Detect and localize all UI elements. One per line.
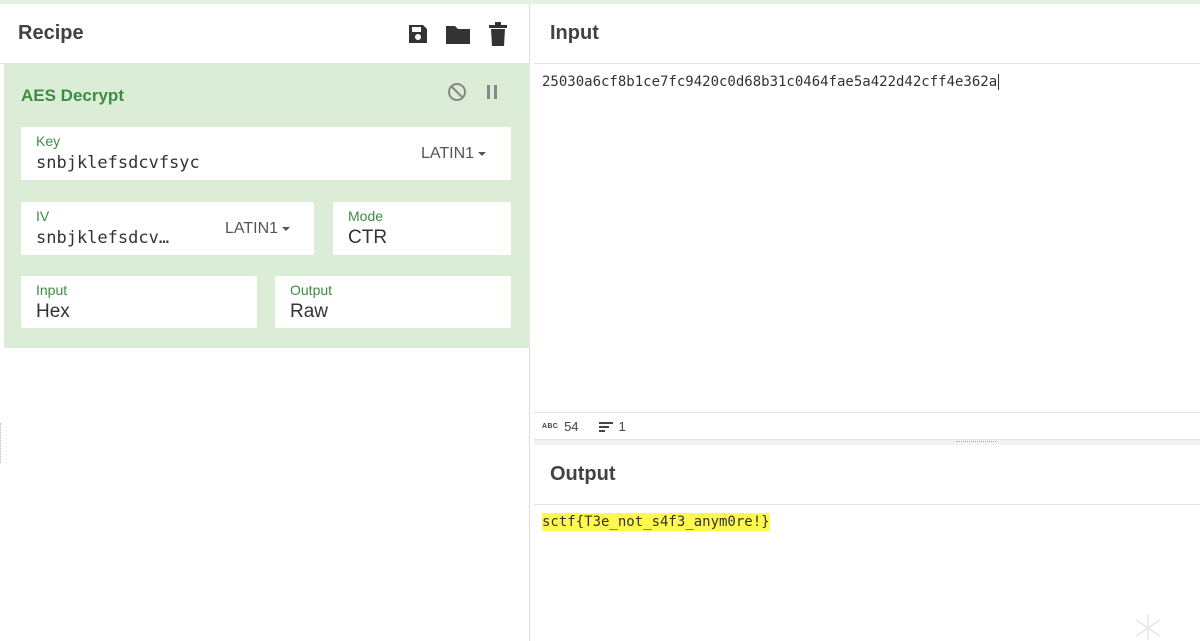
operation-aes-decrypt: AES Decrypt Key snbjklefsdcvfsyc LATIN1 … [4,64,530,348]
grip-handle[interactable] [956,441,996,443]
char-count-icon: ABC [542,423,559,430]
input-format-label: Input [36,282,68,298]
key-field[interactable]: Key snbjklefsdcvfsyc LATIN1 [21,127,511,180]
iv-value[interactable]: snbjklefsdcv… [36,228,169,248]
recipe-title: Recipe [18,22,84,44]
recipe-header: Recipe [0,4,529,64]
iv-label: IV [36,208,50,224]
output-format-value[interactable]: Raw [290,301,328,323]
recipe-panel: Recipe AES Decrypt Key snbjklefsdcvfsyc [0,4,530,641]
char-count: 54 [564,419,579,434]
key-label: Key [36,133,61,149]
output-format-label: Output [290,282,333,298]
output-panel: Output sctf{T3e_not_s4f3_anym0re!} [534,445,1200,641]
input-format-field[interactable]: Input Hex [21,276,257,328]
save-icon[interactable] [405,21,431,47]
key-value[interactable]: snbjklefsdcvfsyc [36,153,200,173]
input-format-value[interactable]: Hex [36,301,70,323]
input-textarea[interactable]: 25030a6cf8b1ce7fc9420c0d68b31c0464fae5a4… [542,74,1000,90]
line-count-icon [598,421,613,432]
iv-encoding-label: LATIN1 [225,220,279,237]
mode-label: Mode [348,208,384,224]
line-count: 1 [618,419,626,434]
text-cursor [998,74,1000,90]
input-text: 25030a6cf8b1ce7fc9420c0d68b31c0464fae5a4… [542,74,998,90]
snowflake-icon [1135,614,1161,640]
key-encoding-dropdown[interactable]: LATIN1 [421,145,487,163]
key-encoding-label: LATIN1 [421,145,475,162]
mode-value[interactable]: CTR [348,227,387,249]
operation-title: AES Decrypt [21,86,124,105]
folder-icon[interactable] [445,21,471,47]
trash-icon[interactable] [485,21,511,47]
chevron-down-icon [282,227,291,231]
mode-field[interactable]: Mode CTR [333,202,511,255]
output-format-field[interactable]: Output Raw [275,276,511,328]
input-status-bar: ABC 54 1 [534,412,1200,440]
iv-field[interactable]: IV snbjklefsdcv… LATIN1 [21,202,314,255]
input-title: Input [550,22,599,44]
output-header: Output [534,445,1200,505]
panel-resize-handle[interactable] [0,423,3,463]
chevron-down-icon [478,152,487,156]
iv-encoding-dropdown[interactable]: LATIN1 [225,220,291,238]
input-header: Input [534,4,1200,64]
disable-icon[interactable] [445,80,469,104]
input-panel: Input 25030a6cf8b1ce7fc9420c0d68b31c0464… [534,4,1200,444]
pause-icon[interactable] [480,80,504,104]
recipe-toolbar [405,21,511,47]
output-text[interactable]: sctf{T3e_not_s4f3_anym0re!} [542,513,770,531]
output-title: Output [550,463,616,485]
